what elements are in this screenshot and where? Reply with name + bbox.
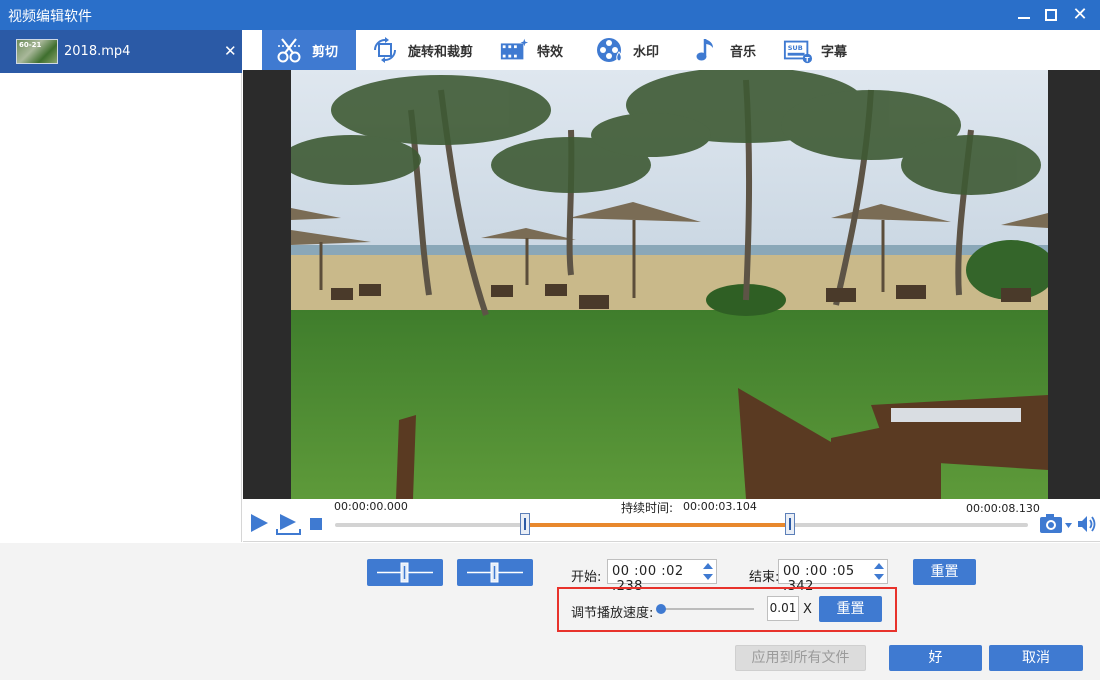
tab-rotate-crop[interactable]: 旋转和裁剪 [370,30,473,70]
maximize-button[interactable] [1039,3,1063,27]
svg-text:SUB: SUB [788,44,803,52]
tab-subtitles-label: 字幕 [821,44,848,60]
music-note-icon [692,35,722,65]
close-window-button[interactable]: ✕ [1068,3,1092,27]
tab-cut[interactable]: 剪切 [262,30,356,70]
remove-file-icon[interactable]: ✕ [224,42,237,60]
selected-range [525,523,790,527]
timeline-end-time: 00:00:08.130 [966,502,1040,515]
apply-to-all-button[interactable]: 应用到所有文件 [735,645,866,671]
trim-end-handle[interactable] [785,513,795,535]
video-frame-image [291,70,1048,499]
speed-slider-track[interactable] [658,608,754,610]
tab-watermark[interactable]: 水印 [595,30,659,70]
file-list-panel: 60-21 2018.mp4 ✕ [0,30,242,542]
stop-button[interactable] [310,518,322,533]
rotate-crop-icon [370,35,400,65]
play-selection-button[interactable] [276,513,302,540]
ok-button[interactable]: 好 [889,645,982,671]
start-time-spinner-icon[interactable] [703,562,713,582]
close-icon: ✕ [1072,4,1088,25]
tab-effects[interactable]: 特效 [499,30,563,70]
speed-slider-knob[interactable] [656,604,666,614]
end-time-input[interactable]: 00 :00 :05 .342 [778,559,888,594]
timeline-track[interactable] [335,523,1028,527]
stop-icon [310,518,322,530]
minimize-button[interactable] [1012,3,1036,27]
set-end-marker-button[interactable] [457,559,533,586]
timeline-start-time: 00:00:00.000 [334,500,408,513]
tab-rotate-crop-label: 旋转和裁剪 [408,44,474,60]
duration-label: 持续时间: [621,501,674,515]
svg-text:T: T [805,55,810,63]
tab-music-label: 音乐 [730,44,757,60]
end-time-spinner-icon[interactable] [874,562,884,582]
minimize-icon [1018,17,1030,19]
cancel-button[interactable]: 取消 [989,645,1083,671]
snapshot-button[interactable] [1039,513,1073,538]
window-title: 视频编辑软件 [8,9,92,25]
set-end-marker-icon [467,562,523,583]
file-thumbnail: 60-21 [16,39,58,64]
play-icon [251,514,268,532]
tab-music[interactable]: 音乐 [692,30,756,70]
tab-subtitles[interactable]: SUB T 字幕 [783,30,847,70]
edit-toolbar: 剪切 旋转和裁剪 特效 水印 音乐 SUB T 字幕 [243,30,1100,70]
title-bar: 视频编辑软件 ✕ [0,0,1100,30]
video-frame [291,70,1048,499]
start-time-input[interactable]: 00 :00 :02 .238 [607,559,717,594]
tab-effects-label: 特效 [537,44,564,60]
trim-start-handle[interactable] [520,513,530,535]
play-button[interactable] [249,513,269,536]
film-effects-icon [499,35,529,65]
file-item[interactable]: 60-21 2018.mp4 ✕ [0,30,242,73]
speaker-icon [1078,516,1096,532]
speed-label: 调节播放速度: [571,606,654,621]
video-preview-area [243,70,1100,499]
edit-controls-panel: 开始: 00 :00 :02 .238 结束: 00 :00 :05 .342 … [0,543,1100,680]
camera-icon [1040,514,1072,533]
start-time-label: 开始: [571,570,602,585]
maximize-icon [1045,9,1057,21]
watermark-icon [595,35,625,65]
speed-value-input[interactable]: 0.01 [767,596,799,621]
speed-unit: X [803,602,812,617]
reset-trim-button[interactable]: 重置 [913,559,976,585]
set-start-marker-button[interactable] [367,559,443,586]
set-start-marker-icon [377,562,433,583]
tab-cut-label: 剪切 [312,44,339,60]
scissors-icon [274,35,304,65]
timeline-bar: 00:00:00.000 持续时间: 00:00:03.104 00:00:08… [243,499,1100,542]
tab-watermark-label: 水印 [633,44,660,60]
volume-button[interactable] [1077,515,1097,536]
file-name: 2018.mp4 [64,44,131,59]
reset-speed-button[interactable]: 重置 [819,596,882,622]
duration-value: 00:00:03.104 [683,500,757,513]
thumbnail-text: 60-21 [19,41,42,49]
subtitle-icon: SUB T [783,35,813,65]
play-selection-icon [276,514,301,535]
end-time-label: 结束: [749,570,780,585]
